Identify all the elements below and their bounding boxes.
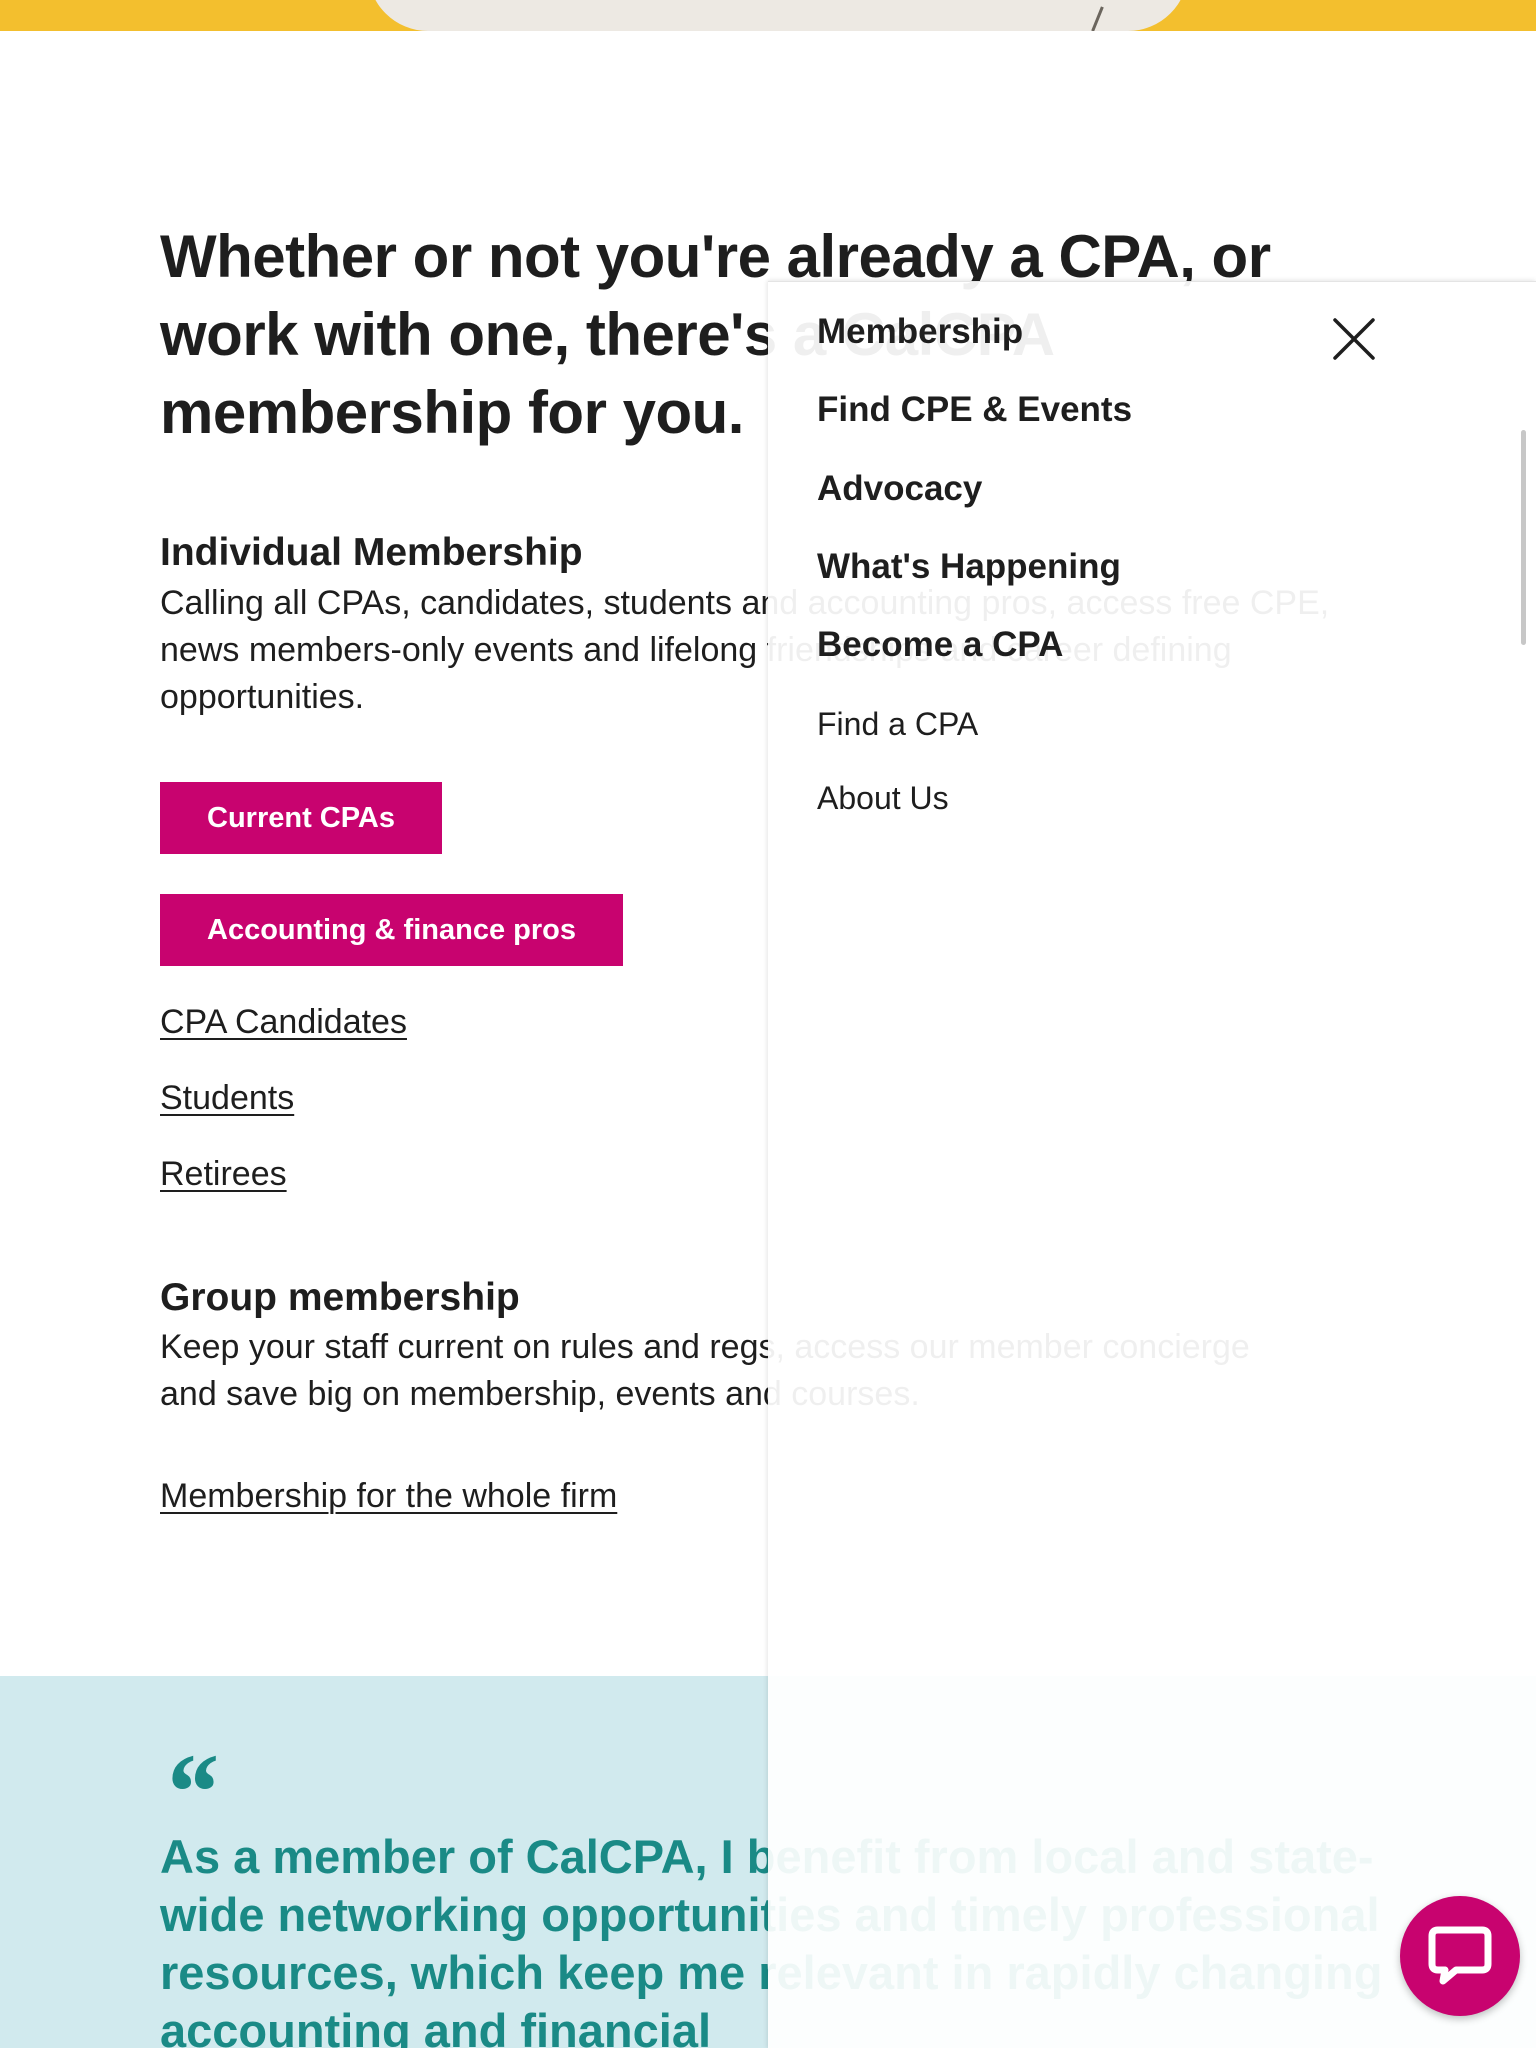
whole-firm-membership-link[interactable]: Membership for the whole firm [160, 1473, 617, 1519]
chat-button[interactable] [1400, 1896, 1520, 2016]
menu-item-membership[interactable]: Membership [817, 310, 1023, 354]
drawer-scrollbar[interactable] [1521, 430, 1526, 645]
close-menu-button[interactable] [1332, 317, 1376, 361]
individual-membership-title: Individual Membership [160, 531, 583, 574]
page: Whether or not you're already a CPA, or … [0, 0, 1536, 2048]
retirees-link[interactable]: Retirees [160, 1151, 287, 1197]
menu-item-advocacy[interactable]: Advocacy [817, 467, 982, 511]
menu-item-find-a-cpa[interactable]: Find a CPA [817, 703, 978, 745]
students-link[interactable]: Students [160, 1075, 294, 1121]
close-icon [1333, 318, 1375, 360]
menu-item-about-us[interactable]: About Us [817, 777, 949, 819]
quote-mark-icon: “ [162, 1731, 217, 1853]
hero-image [0, 0, 1536, 31]
hero-photo-shirt [368, 0, 1188, 31]
cpa-candidates-link[interactable]: CPA Candidates [160, 999, 407, 1045]
group-membership-title: Group membership [160, 1276, 520, 1319]
current-cpas-button[interactable]: Current CPAs [160, 782, 442, 854]
accounting-finance-pros-button[interactable]: Accounting & finance pros [160, 894, 623, 966]
menu-item-find-cpe-events[interactable]: Find CPE & Events [817, 388, 1132, 432]
chat-bubble-icon [1428, 1926, 1492, 1985]
menu-item-whats-happening[interactable]: What's Happening [817, 545, 1121, 589]
menu-item-become-a-cpa[interactable]: Become a CPA [817, 623, 1063, 667]
